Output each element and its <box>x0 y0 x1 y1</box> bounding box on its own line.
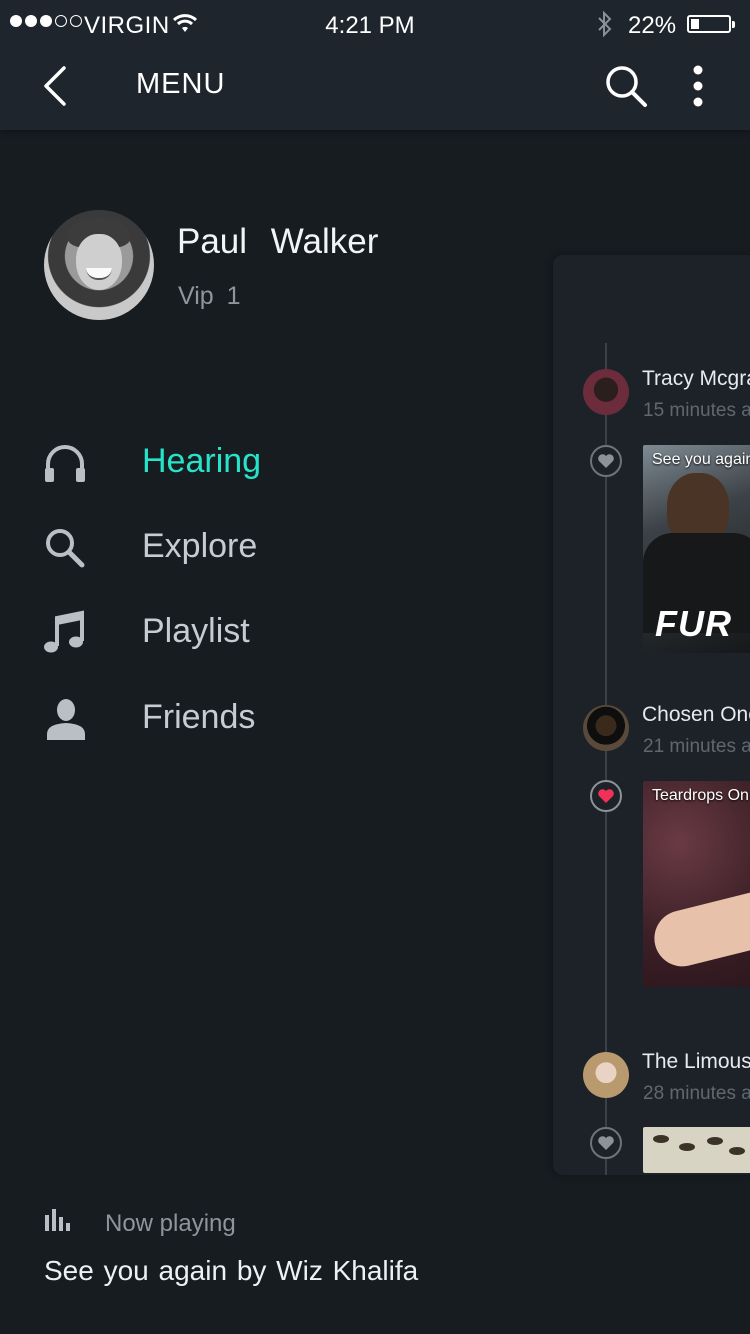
user-avatar[interactable] <box>583 705 629 751</box>
like-button-active[interactable] <box>590 780 622 812</box>
user-avatar[interactable] <box>583 369 629 415</box>
battery-percent: 22% <box>628 12 677 39</box>
post-user-name[interactable]: The Limousi <box>642 1050 750 1074</box>
search-icon <box>606 66 647 107</box>
user-icon <box>47 699 85 740</box>
top-bar: VIRGIN 4:21 PM 22% MENU <box>0 0 750 130</box>
battery-icon <box>687 15 735 33</box>
song-cover[interactable] <box>643 1127 750 1173</box>
post-time: 21 minutes a <box>643 736 750 757</box>
profile-avatar[interactable] <box>44 210 154 320</box>
heart-icon <box>598 1136 614 1150</box>
like-button[interactable] <box>590 445 622 477</box>
chevron-left-icon <box>44 66 66 106</box>
activity-feed-panel[interactable]: Tracy Mcgra 15 minutes a See you again F… <box>553 255 750 1175</box>
menu-item-friends[interactable]: Friends <box>40 684 460 754</box>
bluetooth-icon <box>596 10 614 45</box>
search-icon <box>46 529 85 568</box>
song-cover[interactable]: See you again FUR <box>643 445 750 653</box>
menu-item-label: Friends <box>142 698 256 736</box>
profile-name: Paul Walker <box>177 222 379 261</box>
back-button[interactable] <box>36 62 80 110</box>
menu-item-label: Hearing <box>142 442 262 480</box>
heart-icon <box>598 789 614 803</box>
music-note-icon <box>44 610 84 653</box>
cover-logo: FUR <box>655 603 732 644</box>
menu-item-label: Explore <box>142 527 258 565</box>
now-playing-track[interactable]: See you again by Wiz Khalifa <box>44 1255 418 1287</box>
cover-caption: Teardrops On <box>652 787 749 804</box>
menu-item-hearing[interactable]: Hearing <box>40 428 460 498</box>
more-vertical-icon <box>693 65 703 107</box>
status-bar: VIRGIN 4:21 PM 22% <box>0 0 750 50</box>
profile-level: Vip 1 <box>178 282 241 310</box>
post-user-name[interactable]: Tracy Mcgra <box>642 367 750 391</box>
headphones-icon <box>45 445 85 482</box>
post-time: 28 minutes ag <box>643 1083 750 1104</box>
page-title: MENU <box>136 68 226 100</box>
heart-icon <box>598 454 614 468</box>
menu-item-playlist[interactable]: Playlist <box>40 598 460 668</box>
post-user-name[interactable]: Chosen One <box>642 703 750 727</box>
search-button[interactable] <box>602 62 652 112</box>
cover-caption: See you again <box>652 451 750 468</box>
like-button[interactable] <box>590 1127 622 1159</box>
song-cover[interactable]: Teardrops On <box>643 781 750 987</box>
now-playing-label: Now playing <box>105 1210 236 1237</box>
user-avatar[interactable] <box>583 1052 629 1098</box>
post-time: 15 minutes a <box>643 400 750 421</box>
menu-item-label: Playlist <box>142 612 250 650</box>
more-options-button[interactable] <box>684 62 712 112</box>
equalizer-icon <box>45 1209 70 1231</box>
menu-item-explore[interactable]: Explore <box>40 513 460 583</box>
